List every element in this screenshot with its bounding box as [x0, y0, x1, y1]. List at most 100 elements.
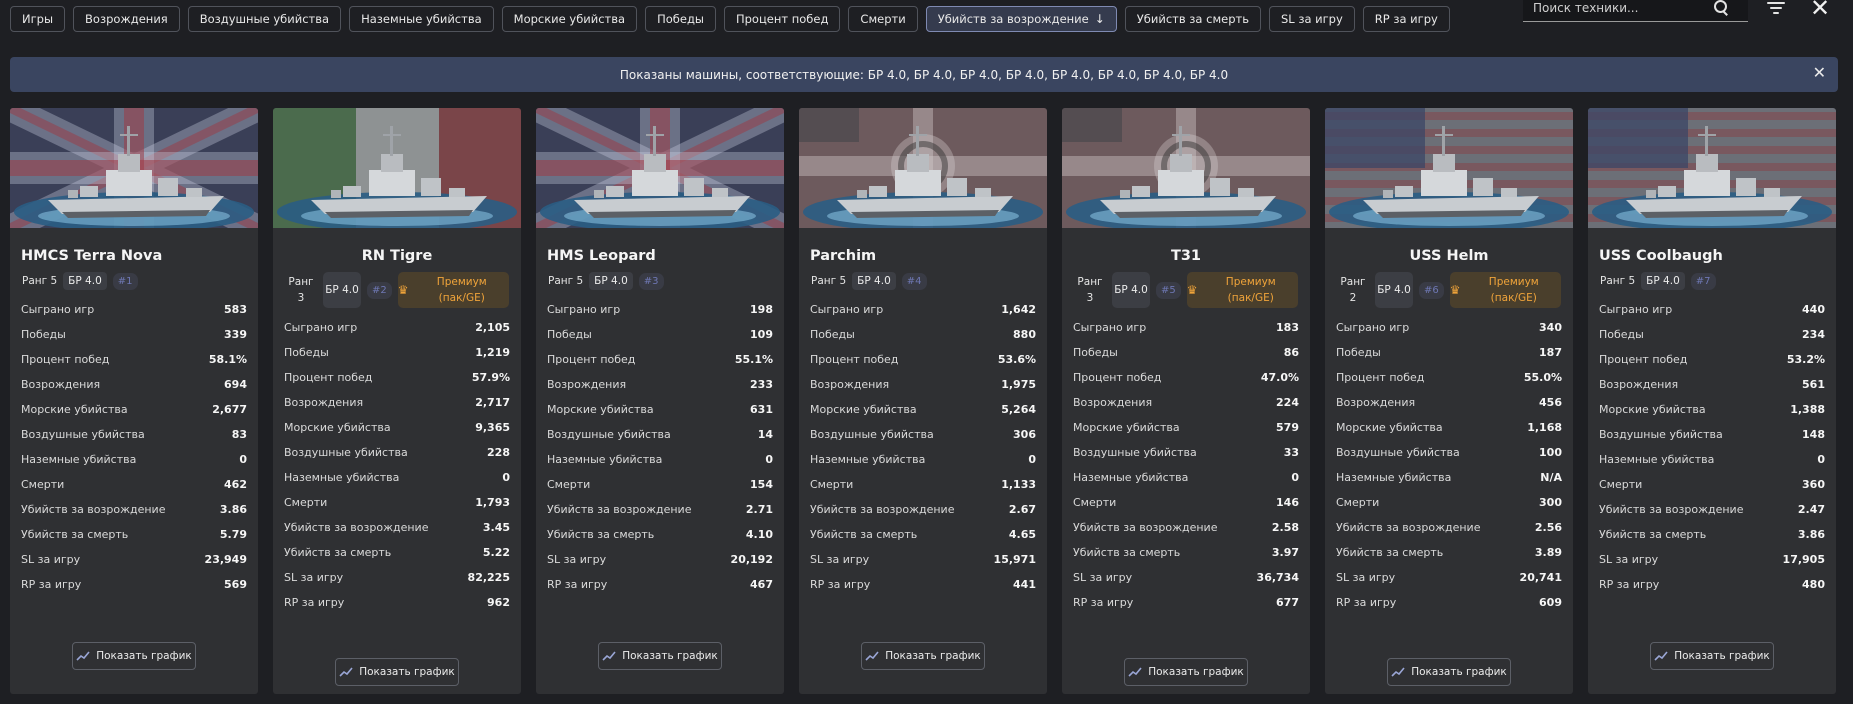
search-input[interactable] — [1533, 0, 1713, 15]
stat-label: Воздушные убийства — [21, 428, 145, 441]
sort-button-label: Игры — [22, 12, 54, 26]
stat-value: 14 — [757, 428, 773, 441]
sort-button[interactable]: Убийств за возрождение ↓ — [925, 6, 1117, 32]
stat-value: 339 — [224, 328, 247, 341]
sort-button-label: Наземные убийства — [361, 12, 482, 26]
sort-button[interactable]: Воздушные убийства — [187, 6, 342, 32]
show-chart-button[interactable]: Показать график — [1387, 658, 1511, 686]
stat-value: 20,741 — [1519, 571, 1562, 584]
sort-button[interactable]: Убийств за смерть — [1124, 6, 1261, 32]
sort-button-label: Победы — [657, 12, 704, 26]
sort-button[interactable]: Игры — [10, 6, 66, 32]
stat-label: SL за игру — [21, 553, 81, 566]
vehicle-tags: Ранг 3 БР 4.0 #2 ♛ Премиум (пак/GE) — [273, 272, 521, 308]
sort-button-label: Возрождения — [85, 12, 168, 26]
stat-label: Убийств за возрождение — [21, 503, 166, 516]
stat-value: 583 — [224, 303, 247, 316]
vehicle-image — [1588, 108, 1836, 228]
stat-label: Победы — [1336, 346, 1381, 359]
stat-row: Процент побед 57.9% — [284, 365, 510, 390]
stat-row: Сыграно игр 198 — [547, 297, 773, 322]
stat-value: 569 — [224, 578, 247, 591]
stat-row: Наземные убийства 0 — [284, 465, 510, 490]
show-chart-button[interactable]: Показать график — [1650, 642, 1774, 670]
stat-label: Морские убийства — [1336, 421, 1443, 434]
stat-value: 55.1% — [734, 353, 773, 366]
stat-value: 2.58 — [1271, 521, 1299, 534]
vehicle-image — [1062, 108, 1310, 228]
sort-button[interactable]: Наземные убийства — [349, 6, 494, 32]
stat-label: RP за игру — [284, 596, 345, 609]
position-badge: #6 — [1419, 281, 1444, 299]
show-chart-button[interactable]: Показать график — [861, 642, 985, 670]
rank-label: Ранг 5 — [811, 275, 847, 287]
stat-value: 4.10 — [745, 528, 773, 541]
stat-label: RP за игру — [1599, 578, 1660, 591]
close-icon[interactable]: ✕ — [1810, 0, 1830, 20]
show-chart-button[interactable]: Показать график — [335, 658, 459, 686]
stat-value: 15,971 — [993, 553, 1036, 566]
stat-value: 187 — [1539, 346, 1562, 359]
crown-icon: ♛ — [397, 283, 409, 297]
stat-label: Морские убийства — [547, 403, 654, 416]
filter-icon[interactable] — [1767, 2, 1785, 16]
stat-value: 360 — [1802, 478, 1825, 491]
vehicle-name: RN Tigre — [361, 248, 433, 264]
premium-label: Премиум (пак/GE) — [436, 276, 487, 304]
stat-label: Наземные убийства — [284, 471, 400, 484]
premium-badge: ♛ Премиум (пак/GE) — [397, 272, 509, 308]
sort-bar: Игры Возрождения Воздушные убийства Наземны… — [10, 6, 1450, 32]
stat-label: Убийств за смерть — [21, 528, 129, 541]
stat-label: Убийств за возрождение — [1336, 521, 1481, 534]
stat-label: Воздушные убийства — [1599, 428, 1723, 441]
stat-value: 2.47 — [1797, 503, 1825, 516]
stat-value: 4.65 — [1008, 528, 1036, 541]
sort-button[interactable]: SL за игру — [1268, 6, 1355, 32]
vehicle-image — [10, 108, 258, 228]
stats-list: Сыграно игр 340 Победы 187 Процент побед 55.0… — [1325, 315, 1573, 615]
stat-label: Процент побед — [810, 353, 899, 366]
stat-label: Убийств за возрождение — [1073, 521, 1218, 534]
stat-label: Возрождения — [1599, 378, 1679, 391]
sort-button[interactable]: Смерти — [848, 6, 918, 32]
stat-value: 0 — [239, 453, 247, 466]
rank-label: Ранг 3 — [288, 276, 314, 304]
stat-value: 3.86 — [219, 503, 247, 516]
sort-button[interactable]: RP за игру — [1362, 6, 1450, 32]
stat-row: Наземные убийства 0 — [21, 447, 247, 472]
sort-button[interactable]: Процент побед — [723, 6, 841, 32]
vehicle-card: RN Tigre Ранг 3 БР 4.0 #2 ♛ Премиум (пак/GE) С… — [273, 108, 521, 694]
vehicle-tags: Ранг 3 БР 4.0 #5 ♛ Премиум (пак/GE) — [1062, 272, 1310, 308]
stat-value: 2,677 — [212, 403, 247, 416]
search-icon[interactable] — [1713, 0, 1729, 16]
stat-label: Возрождения — [547, 378, 627, 391]
stat-row: Процент побед 53.6% — [810, 347, 1036, 372]
show-chart-button[interactable]: Показать график — [1124, 658, 1248, 686]
stats-list: Сыграно игр 2,105 Победы 1,219 Процент побед… — [273, 315, 521, 615]
stat-value: 55.0% — [1523, 371, 1562, 384]
stat-label: RP за игру — [1073, 596, 1134, 609]
stat-value: 2.56 — [1534, 521, 1562, 534]
stat-label: Наземные убийства — [1336, 471, 1452, 484]
sort-button[interactable]: Победы — [645, 6, 716, 32]
sort-button-label: Процент побед — [735, 12, 829, 26]
stat-value: 1,793 — [475, 496, 510, 509]
banner-close-icon[interactable]: ✕ — [1813, 65, 1826, 81]
premium-label: Премиум (пак/GE) — [1488, 276, 1539, 304]
show-chart-button[interactable]: Показать график — [598, 642, 722, 670]
vehicle-name: USS Coolbaugh — [1599, 248, 1723, 264]
stat-row: RP за игру 569 — [21, 572, 247, 597]
stat-label: Наземные убийства — [1599, 453, 1715, 466]
stat-label: Убийств за смерть — [1336, 546, 1444, 559]
stat-value: 146 — [1276, 496, 1299, 509]
rank-label: Ранг 5 — [548, 275, 584, 287]
stat-label: Убийств за возрождение — [810, 503, 955, 516]
stats-list: Сыграно игр 440 Победы 234 Процент побед 53.2… — [1588, 297, 1836, 597]
stat-value: 5.79 — [219, 528, 247, 541]
sort-button[interactable]: Морские убийства — [501, 6, 638, 32]
vehicle-name: HMS Leopard — [547, 248, 656, 264]
sort-button[interactable]: Возрождения — [73, 6, 180, 32]
show-chart-button[interactable]: Показать график — [72, 642, 196, 670]
stat-label: RP за игру — [810, 578, 871, 591]
stat-value: 2.71 — [745, 503, 773, 516]
